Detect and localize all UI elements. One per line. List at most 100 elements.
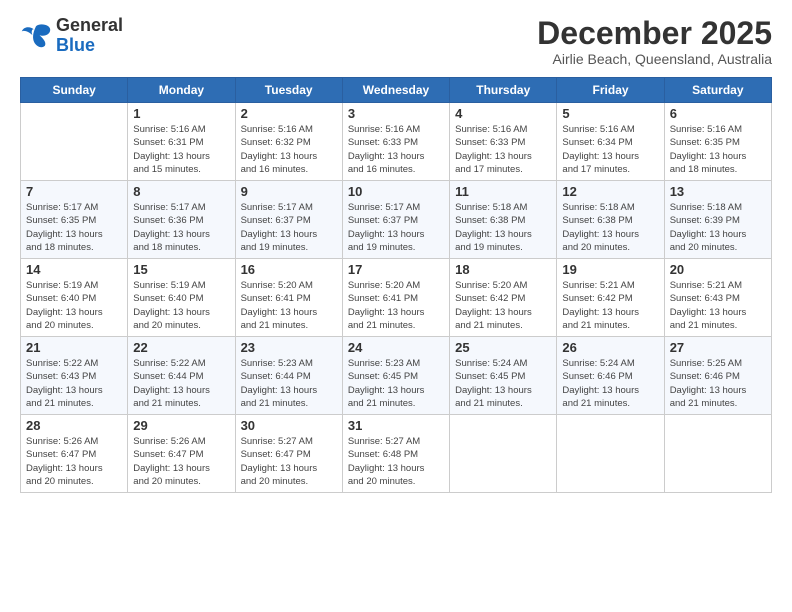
day-number: 4 [455,106,551,121]
calendar-cell: 23Sunrise: 5:23 AMSunset: 6:44 PMDayligh… [235,337,342,415]
calendar-cell [450,415,557,493]
location: Airlie Beach, Queensland, Australia [537,51,772,67]
day-info: Sunrise: 5:16 AMSunset: 6:31 PMDaylight:… [133,123,229,176]
calendar-cell: 24 Sunrise: 5:23 AMSunset: 6:45 PMDayligh… [342,337,449,415]
calendar-cell: 7Sunrise: 5:17 AMSunset: 6:35 PMDaylight… [21,181,128,259]
calendar-cell: 8 Sunrise: 5:17 AMSunset: 6:36 PMDaylight… [128,181,235,259]
day-number: 6 [670,106,766,121]
day-number: 7 [26,184,122,199]
calendar-cell: 19 Sunrise: 5:21 AMSunset: 6:42 PMDayligh… [557,259,664,337]
day-number: 22 [133,340,229,355]
logo-blue-text: Blue [56,35,95,55]
day-info: Sunrise: 5:21 AMSunset: 6:43 PMDaylight:… [670,279,766,332]
day-info: Sunrise: 5:26 AMSunset: 6:47 PMDaylight:… [133,435,229,488]
day-number: 3 [348,106,444,121]
calendar-cell: 13Sunrise: 5:18 AMSunset: 6:39 PMDayligh… [664,181,771,259]
day-number: 12 [562,184,658,199]
header: General Blue December 2025 Airlie Beach,… [20,16,772,67]
page: General Blue December 2025 Airlie Beach,… [0,0,792,612]
day-number: 30 [241,418,337,433]
calendar-week-3: 14 Sunrise: 5:19 AMSunset: 6:40 PMDayligh… [21,259,772,337]
month-title: December 2025 [537,16,772,51]
calendar-week-5: 28Sunrise: 5:26 AMSunset: 6:47 PMDayligh… [21,415,772,493]
day-number: 24 [348,340,444,355]
calendar-cell: 1 Sunrise: 5:16 AMSunset: 6:31 PMDaylight… [128,103,235,181]
day-info: Sunrise: 5:17 AMSunset: 6:37 PMDaylight:… [348,201,444,254]
day-number: 17 [348,262,444,277]
calendar-cell: 21Sunrise: 5:22 AMSunset: 6:43 PMDayligh… [21,337,128,415]
day-info: Sunrise: 5:20 AMSunset: 6:41 PMDaylight:… [241,279,337,332]
calendar-header-row: SundayMondayTuesdayWednesdayThursdayFrid… [21,78,772,103]
day-number: 2 [241,106,337,121]
day-number: 11 [455,184,551,199]
day-number: 10 [348,184,444,199]
calendar-header-thursday: Thursday [450,78,557,103]
calendar-header-saturday: Saturday [664,78,771,103]
calendar-cell: 5 Sunrise: 5:16 AMSunset: 6:34 PMDaylight… [557,103,664,181]
calendar-cell: 10 Sunrise: 5:17 AMSunset: 6:37 PMDayligh… [342,181,449,259]
calendar-cell: 9 Sunrise: 5:17 AMSunset: 6:37 PMDaylight… [235,181,342,259]
day-number: 5 [562,106,658,121]
calendar-cell: 12 Sunrise: 5:18 AMSunset: 6:38 PMDayligh… [557,181,664,259]
calendar: SundayMondayTuesdayWednesdayThursdayFrid… [20,77,772,493]
day-info: Sunrise: 5:21 AMSunset: 6:42 PMDaylight:… [562,279,658,332]
day-number: 27 [670,340,766,355]
day-number: 18 [455,262,551,277]
day-info: Sunrise: 5:18 AMSunset: 6:39 PMDaylight:… [670,201,766,254]
day-number: 14 [26,262,122,277]
logo: General Blue [20,16,123,56]
day-info: Sunrise: 5:20 AMSunset: 6:42 PMDaylight:… [455,279,551,332]
day-number: 16 [241,262,337,277]
calendar-cell: 28Sunrise: 5:26 AMSunset: 6:47 PMDayligh… [21,415,128,493]
day-info: Sunrise: 5:27 AMSunset: 6:47 PMDaylight:… [241,435,337,488]
day-number: 8 [133,184,229,199]
day-info: Sunrise: 5:24 AMSunset: 6:45 PMDaylight:… [455,357,551,410]
calendar-cell: 26Sunrise: 5:24 AMSunset: 6:46 PMDayligh… [557,337,664,415]
calendar-header-tuesday: Tuesday [235,78,342,103]
day-number: 31 [348,418,444,433]
calendar-cell [664,415,771,493]
day-info: Sunrise: 5:27 AMSunset: 6:48 PMDaylight:… [348,435,444,488]
calendar-cell: 20 Sunrise: 5:21 AMSunset: 6:43 PMDayligh… [664,259,771,337]
day-info: Sunrise: 5:25 AMSunset: 6:46 PMDaylight:… [670,357,766,410]
day-info: Sunrise: 5:18 AMSunset: 6:38 PMDaylight:… [455,201,551,254]
calendar-cell: 27 Sunrise: 5:25 AMSunset: 6:46 PMDayligh… [664,337,771,415]
day-number: 25 [455,340,551,355]
calendar-cell: 2 Sunrise: 5:16 AMSunset: 6:32 PMDaylight… [235,103,342,181]
day-info: Sunrise: 5:16 AMSunset: 6:33 PMDaylight:… [455,123,551,176]
day-number: 23 [241,340,337,355]
day-number: 29 [133,418,229,433]
day-number: 20 [670,262,766,277]
day-info: Sunrise: 5:23 AMSunset: 6:45 PMDaylight:… [348,357,444,410]
title-block: December 2025 Airlie Beach, Queensland, … [537,16,772,67]
calendar-cell: 25 Sunrise: 5:24 AMSunset: 6:45 PMDayligh… [450,337,557,415]
calendar-cell: 29 Sunrise: 5:26 AMSunset: 6:47 PMDayligh… [128,415,235,493]
calendar-cell: 30 Sunrise: 5:27 AMSunset: 6:47 PMDayligh… [235,415,342,493]
logo-text: General Blue [56,16,123,56]
calendar-header-wednesday: Wednesday [342,78,449,103]
day-info: Sunrise: 5:17 AMSunset: 6:36 PMDaylight:… [133,201,229,254]
calendar-header-monday: Monday [128,78,235,103]
day-number: 1 [133,106,229,121]
calendar-cell: 16 Sunrise: 5:20 AMSunset: 6:41 PMDayligh… [235,259,342,337]
day-info: Sunrise: 5:22 AMSunset: 6:43 PMDaylight:… [26,357,122,410]
logo-icon [20,22,52,50]
calendar-cell: 3Sunrise: 5:16 AMSunset: 6:33 PMDaylight… [342,103,449,181]
calendar-cell: 6Sunrise: 5:16 AMSunset: 6:35 PMDaylight… [664,103,771,181]
day-info: Sunrise: 5:19 AMSunset: 6:40 PMDaylight:… [26,279,122,332]
calendar-cell: 18 Sunrise: 5:20 AMSunset: 6:42 PMDayligh… [450,259,557,337]
day-info: Sunrise: 5:20 AMSunset: 6:41 PMDaylight:… [348,279,444,332]
day-number: 19 [562,262,658,277]
day-number: 9 [241,184,337,199]
day-number: 15 [133,262,229,277]
calendar-cell [557,415,664,493]
calendar-cell: 17 Sunrise: 5:20 AMSunset: 6:41 PMDayligh… [342,259,449,337]
calendar-week-2: 7Sunrise: 5:17 AMSunset: 6:35 PMDaylight… [21,181,772,259]
calendar-cell: 4 Sunrise: 5:16 AMSunset: 6:33 PMDaylight… [450,103,557,181]
logo-general: General [56,15,123,35]
day-info: Sunrise: 5:18 AMSunset: 6:38 PMDaylight:… [562,201,658,254]
day-info: Sunrise: 5:16 AMSunset: 6:32 PMDaylight:… [241,123,337,176]
day-info: Sunrise: 5:16 AMSunset: 6:34 PMDaylight:… [562,123,658,176]
day-info: Sunrise: 5:17 AMSunset: 6:37 PMDaylight:… [241,201,337,254]
calendar-week-4: 21Sunrise: 5:22 AMSunset: 6:43 PMDayligh… [21,337,772,415]
